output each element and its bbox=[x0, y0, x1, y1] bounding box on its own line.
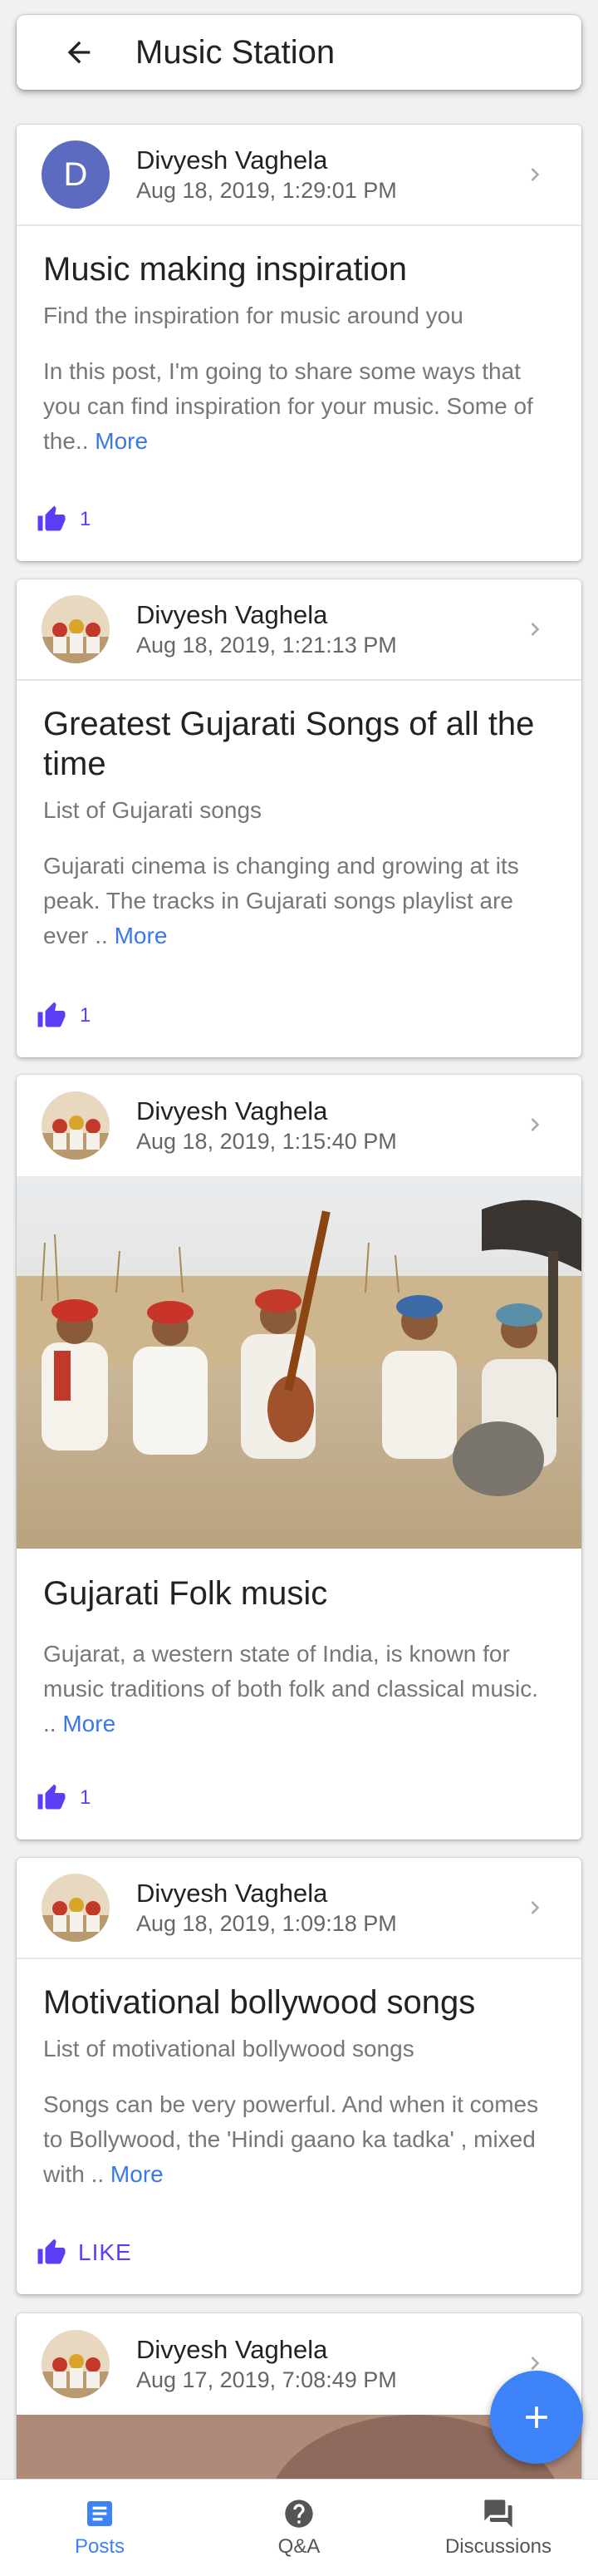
avatar bbox=[42, 1091, 110, 1160]
post-card[interactable]: Divyesh Vaghela Aug 18, 2019, 1:15:40 PM bbox=[17, 1075, 581, 1840]
more-link[interactable]: More bbox=[62, 1711, 115, 1736]
nav-posts-label: Posts bbox=[74, 2535, 125, 2558]
nav-qa-label: Q&A bbox=[277, 2535, 321, 2558]
avatar bbox=[42, 1874, 110, 1942]
forum-icon bbox=[484, 2500, 512, 2528]
post-excerpt: Songs can be very powerful. And when it … bbox=[43, 2087, 555, 2192]
nav-posts[interactable]: Posts bbox=[0, 2480, 199, 2576]
avatar-image bbox=[42, 595, 110, 663]
post-date: Aug 18, 2019, 1:09:18 PM bbox=[136, 1911, 397, 1936]
post-card-header[interactable]: D Divyesh Vaghela Aug 18, 2019, 1:29:01 … bbox=[17, 125, 581, 226]
post-excerpt: Gujarati cinema is changing and growing … bbox=[43, 849, 555, 953]
post-title: Greatest Gujarati Songs of all the time bbox=[43, 706, 535, 782]
chevron-right-icon bbox=[531, 623, 540, 636]
more-link[interactable]: More bbox=[95, 428, 148, 454]
post-card-header[interactable]: Divyesh Vaghela Aug 18, 2019, 1:15:40 PM bbox=[17, 1075, 581, 1176]
like-count: 1 bbox=[80, 1786, 91, 1809]
like-button[interactable]: 1 bbox=[37, 1783, 91, 1813]
avatar bbox=[42, 595, 110, 663]
thumb-up-icon bbox=[37, 1002, 66, 1027]
app-bar: Music Station bbox=[17, 15, 581, 90]
author-name: Divyesh Vaghela bbox=[136, 145, 328, 175]
post-card[interactable]: Divyesh Vaghela Aug 18, 2019, 1:09:18 PM… bbox=[17, 1858, 581, 2294]
post-card-header[interactable]: Divyesh Vaghela Aug 18, 2019, 1:09:18 PM bbox=[17, 1858, 581, 1959]
author-name: Divyesh Vaghela bbox=[136, 2335, 328, 2364]
post-subtitle: Find the inspiration for music around yo… bbox=[43, 303, 463, 328]
page-title: Music Station bbox=[135, 33, 336, 71]
post-title: Motivational bollywood songs bbox=[43, 1984, 476, 2021]
thumb-up-icon bbox=[37, 1784, 66, 1810]
back-button[interactable] bbox=[54, 27, 104, 77]
author-name: Divyesh Vaghela bbox=[136, 1879, 328, 1908]
post-date: Aug 17, 2019, 7:08:49 PM bbox=[136, 2367, 397, 2392]
post-card[interactable]: Divyesh Vaghela Aug 18, 2019, 1:21:13 PM… bbox=[17, 579, 581, 1057]
nav-discussions-label: Discussions bbox=[444, 2535, 552, 2558]
arrow-back-icon bbox=[67, 41, 91, 64]
post-title: Gujarati Folk music bbox=[43, 1575, 328, 1612]
more-link[interactable]: More bbox=[110, 2161, 164, 2187]
like-label: LIKE bbox=[78, 2239, 132, 2265]
help-circle-icon bbox=[285, 2500, 313, 2528]
more-link[interactable]: More bbox=[115, 923, 168, 948]
post-card-header[interactable]: Divyesh Vaghela Aug 18, 2019, 1:21:13 PM bbox=[17, 579, 581, 681]
like-button[interactable]: LIKE bbox=[37, 2238, 132, 2268]
like-button[interactable]: 1 bbox=[37, 1001, 91, 1031]
post-card[interactable]: D Divyesh Vaghela Aug 18, 2019, 1:29:01 … bbox=[17, 125, 581, 561]
chevron-right-icon bbox=[531, 168, 540, 181]
add-post-button[interactable] bbox=[490, 2371, 583, 2464]
like-count: 1 bbox=[80, 508, 91, 530]
nav-discussions[interactable]: Discussions bbox=[399, 2480, 598, 2576]
author-name: Divyesh Vaghela bbox=[136, 600, 328, 629]
like-button[interactable]: 1 bbox=[37, 505, 91, 534]
bottom-navigation: Posts Q&A Discussions bbox=[0, 2479, 598, 2576]
post-subtitle: List of motivational bollywood songs bbox=[43, 2036, 414, 2061]
avatar: D bbox=[42, 140, 110, 209]
post-image[interactable] bbox=[17, 1176, 581, 1549]
post-date: Aug 18, 2019, 1:21:13 PM bbox=[136, 633, 397, 658]
thumb-up-icon bbox=[37, 505, 66, 531]
post-date: Aug 18, 2019, 1:15:40 PM bbox=[136, 1129, 397, 1154]
avatar-image bbox=[42, 1874, 110, 1942]
avatar bbox=[42, 2330, 110, 2398]
post-title: Music making inspiration bbox=[43, 251, 407, 288]
chevron-right-icon bbox=[531, 1118, 540, 1131]
post-excerpt: Gujarat, a western state of India, is kn… bbox=[43, 1637, 555, 1741]
avatar-image bbox=[42, 2330, 110, 2398]
thumb-up-icon bbox=[37, 2239, 66, 2264]
post-excerpt: In this post, I'm going to share some wa… bbox=[43, 354, 555, 459]
plus-icon bbox=[526, 2406, 547, 2428]
avatar-image bbox=[42, 1091, 110, 1160]
nav-qa[interactable]: Q&A bbox=[199, 2480, 399, 2576]
excerpt-text: Gujarat, a western state of India, is kn… bbox=[43, 1641, 539, 1736]
chevron-right-icon bbox=[531, 1901, 540, 1914]
article-icon bbox=[87, 2501, 112, 2526]
post-date: Aug 18, 2019, 1:29:01 PM bbox=[136, 178, 397, 203]
post-subtitle: List of Gujarati songs bbox=[43, 797, 262, 823]
like-count: 1 bbox=[80, 1004, 91, 1027]
author-name: Divyesh Vaghela bbox=[136, 1096, 328, 1125]
